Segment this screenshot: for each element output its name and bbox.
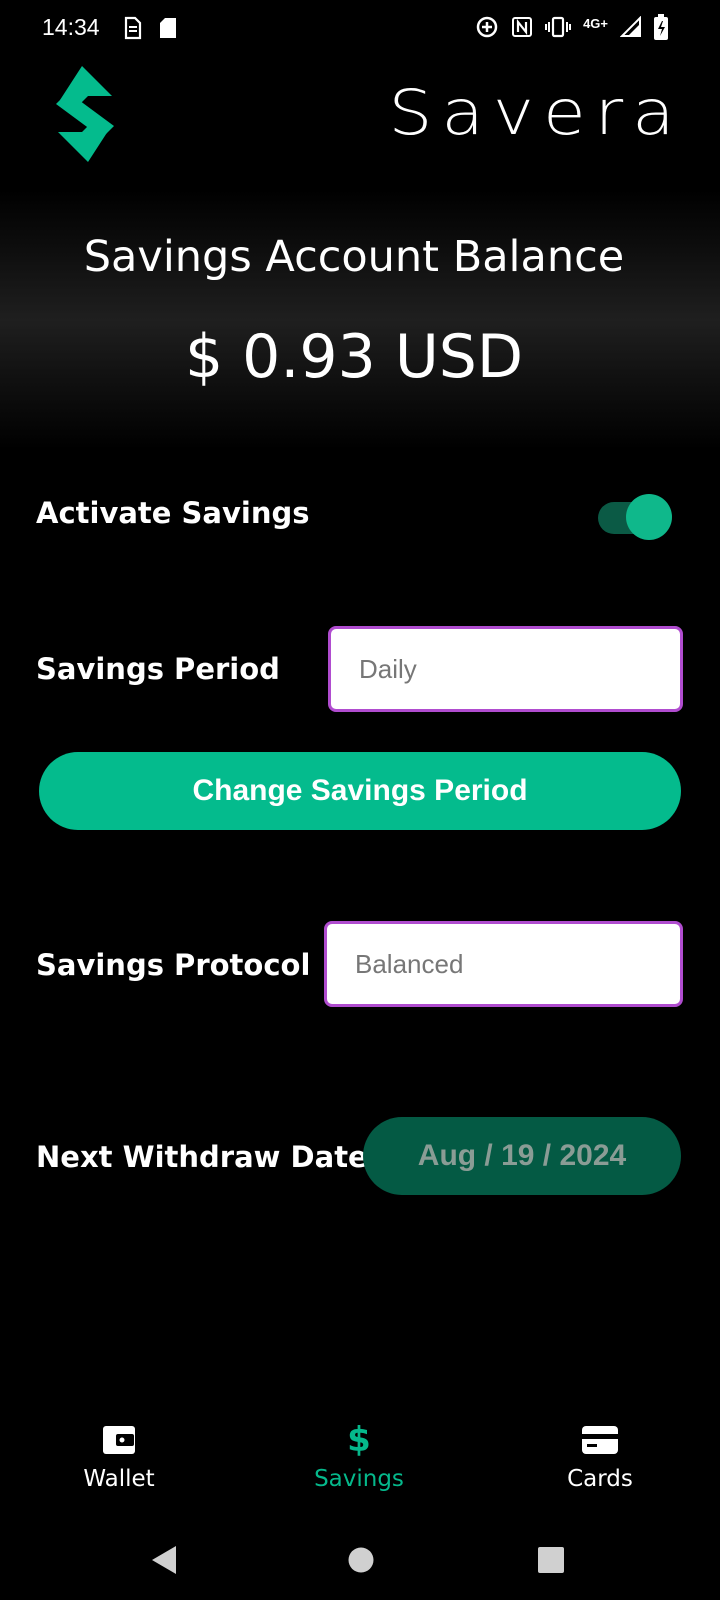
next-withdraw-date-label: Next Withdraw Date [36, 1140, 368, 1174]
network-type: 4G+ [583, 15, 608, 31]
brand-wordmark: Savera [388, 76, 684, 149]
vibrate-icon [545, 16, 572, 42]
next-withdraw-date-value: Aug / 19 / 2024 [363, 1117, 681, 1195]
nav-item-cards[interactable]: Cards [520, 1420, 680, 1510]
bottom-nav: Wallet $ Savings Cards [0, 1420, 720, 1520]
sd-card-icon [158, 16, 178, 44]
dollar-icon: $ [347, 1420, 371, 1460]
change-savings-period-button[interactable]: Change Savings Period [39, 752, 681, 830]
savera-logo [50, 64, 120, 164]
activate-savings-toggle[interactable] [598, 488, 672, 544]
wallet-icon [102, 1420, 136, 1460]
savings-protocol-label: Savings Protocol [36, 948, 311, 982]
savings-protocol-field[interactable]: Balanced [324, 921, 683, 1007]
home-icon[interactable] [347, 1544, 375, 1580]
card-icon [581, 1420, 619, 1460]
back-icon[interactable] [150, 1544, 180, 1580]
sim-icon [122, 16, 142, 44]
nav-label-savings: Savings [314, 1466, 404, 1492]
savings-period-label: Savings Period [36, 652, 280, 686]
nav-item-savings[interactable]: $ Savings [279, 1420, 439, 1510]
toggle-thumb [626, 494, 672, 540]
activate-savings-label: Activate Savings [36, 496, 310, 530]
recents-icon[interactable] [537, 1544, 565, 1580]
status-bar: 14:34 4G+ [0, 0, 720, 56]
balance-title: Savings Account Balance [83, 232, 625, 282]
data-saver-icon [475, 15, 499, 43]
nfc-icon [511, 16, 533, 42]
nav-label-wallet: Wallet [83, 1466, 155, 1492]
battery-icon [654, 14, 668, 44]
savings-period-field[interactable]: Daily [328, 626, 683, 712]
status-time: 14:34 [42, 14, 100, 40]
nav-label-cards: Cards [567, 1466, 633, 1492]
nav-item-wallet[interactable]: Wallet [39, 1420, 199, 1510]
balance-hero [0, 190, 720, 450]
signal-icon [619, 15, 642, 42]
balance-amount: $ 0.93 USD [184, 322, 524, 392]
system-nav [0, 1530, 720, 1600]
